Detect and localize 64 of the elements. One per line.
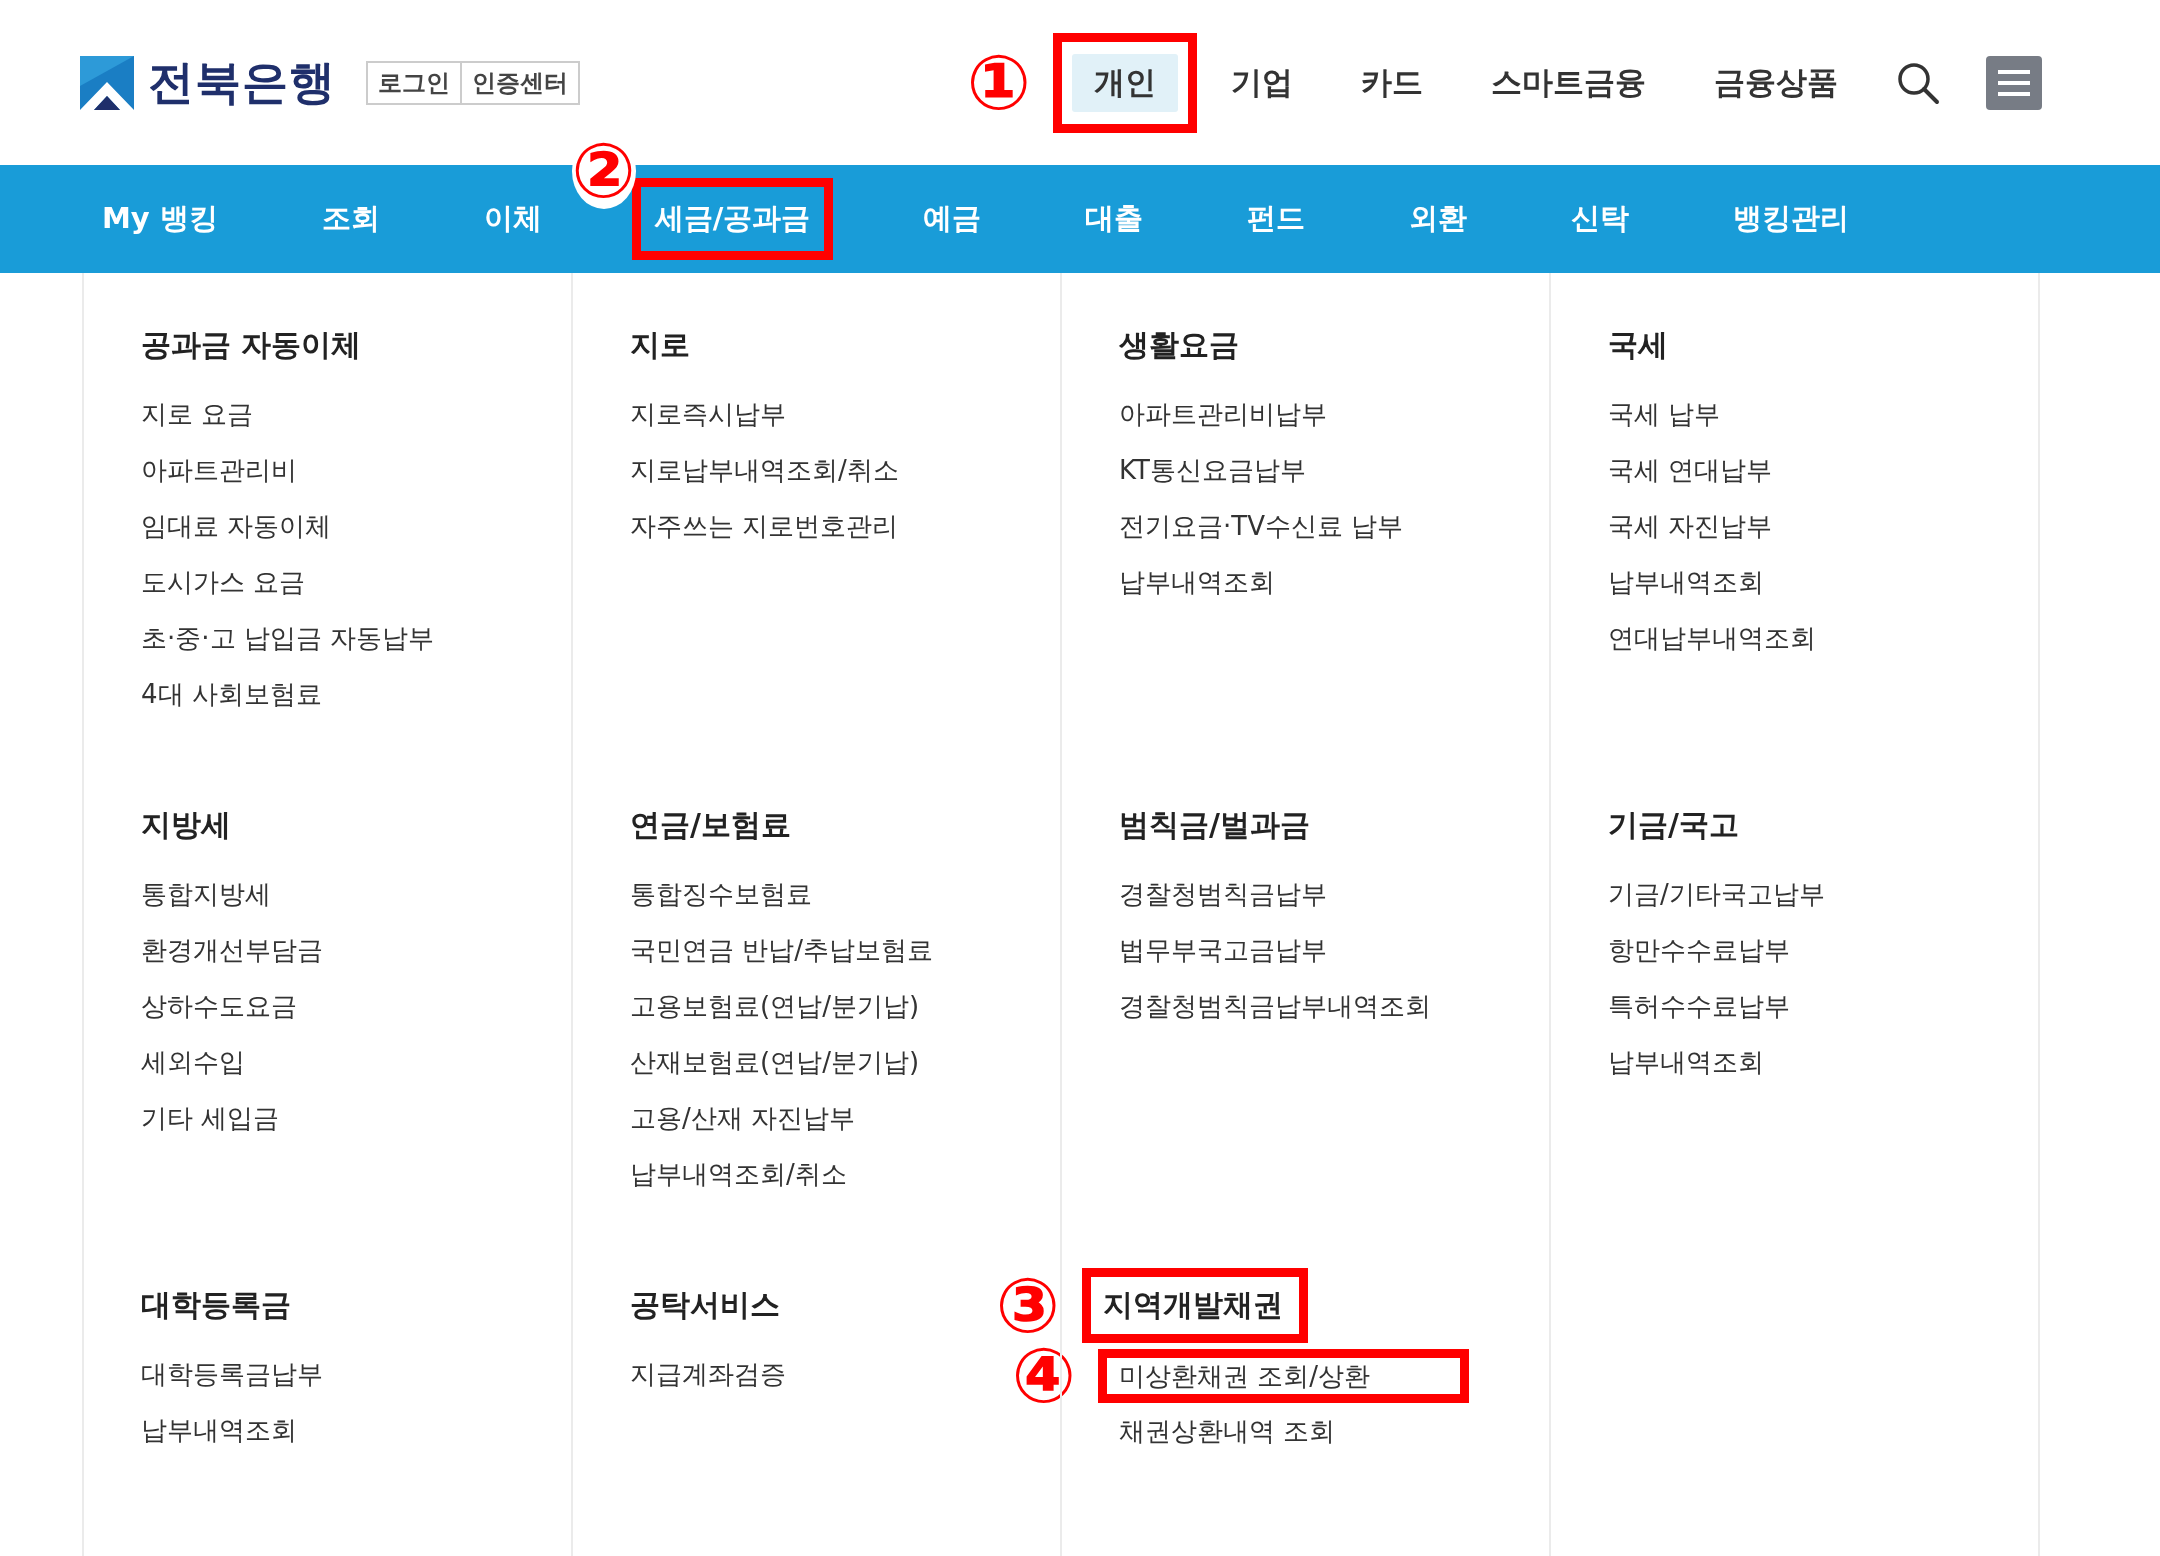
menu-link[interactable]: 항만수수료납부 — [1608, 932, 1790, 968]
menu-icon — [1996, 67, 2032, 98]
menu-group-title: 공과금 자동이체 — [141, 326, 362, 364]
menu-group-title: 연금/보험료 — [630, 806, 791, 844]
nav-tab[interactable]: 스마트금융 — [1469, 53, 1668, 112]
nav-tab[interactable]: 개인 — [1072, 53, 1178, 112]
menu-link[interactable]: 납부내역조회 — [1608, 564, 1764, 600]
menu-link[interactable]: 지로 요금 — [141, 396, 254, 432]
menu-link[interactable]: 채권상환내역 조회 — [1119, 1412, 1336, 1449]
nav-tab[interactable]: 기업 — [1209, 53, 1315, 112]
menu-link[interactable]: 국세 자진납부 — [1608, 508, 1773, 544]
search-icon[interactable] — [1896, 60, 1940, 105]
menu-link[interactable]: 대학등록금납부 — [141, 1356, 323, 1392]
menu-link[interactable]: 4대 사회보험료 — [141, 676, 322, 712]
menu-link[interactable]: 통합징수보험료 — [630, 876, 812, 912]
menu-group-title: 범칙금/벌과금 — [1119, 806, 1310, 844]
menu-link[interactable]: 특허수수료납부 — [1608, 988, 1790, 1024]
menu-link[interactable]: 국민연금 반납/추납보험료 — [630, 932, 934, 968]
menu-link[interactable]: 납부내역조회/취소 — [630, 1156, 847, 1192]
menu-link[interactable]: 세외수입 — [141, 1044, 245, 1080]
menu-group-title: 지로 — [630, 326, 690, 364]
menu-link[interactable]: 납부내역조회 — [1608, 1044, 1764, 1080]
menu-link[interactable]: 전기요금·TV수신료 납부 — [1119, 508, 1404, 544]
menu-link[interactable]: 지로납부내역조회/취소 — [630, 452, 899, 488]
header-link[interactable]: 인증센터 — [460, 62, 578, 103]
menu-link[interactable]: 경찰청범칙금납부내역조회 — [1119, 988, 1431, 1024]
menu-group-title: 지역개발채권 — [1103, 1286, 1283, 1324]
logo-icon — [80, 55, 134, 110]
menu-button[interactable] — [1986, 55, 2042, 110]
menu-link[interactable]: 기타 세입금 — [141, 1100, 280, 1136]
menu-group-title: 국세 — [1608, 326, 1668, 364]
nav-tab[interactable]: 카드 — [1339, 53, 1445, 112]
menu-link[interactable]: 도시가스 요금 — [141, 564, 306, 600]
menu-link[interactable]: 기금/기타국고납부 — [1608, 876, 1825, 912]
menu-link[interactable]: 상하수도요금 — [141, 988, 297, 1024]
menu-group-title: 지방세 — [141, 806, 231, 844]
menu-link[interactable]: 경찰청범칙금납부 — [1119, 876, 1327, 912]
menu-group-title: 기금/국고 — [1608, 806, 1739, 844]
menu-link[interactable]: 법무부국고금납부 — [1119, 932, 1327, 968]
menu-group-title: 공탁서비스 — [630, 1286, 780, 1324]
bank-logo[interactable]: 전북은행 — [148, 51, 336, 114]
menu-link[interactable]: KT통신요금납부 — [1119, 452, 1306, 488]
menu-link[interactable]: 국세 연대납부 — [1608, 452, 1773, 488]
menu-link[interactable]: 통합지방세 — [141, 876, 271, 912]
menu-link[interactable]: 미상환채권 조회/상환 — [1119, 1357, 1371, 1394]
menu-link[interactable]: 아파트관리비납부 — [1119, 396, 1327, 432]
menu-link[interactable]: 납부내역조회 — [141, 1412, 297, 1448]
menu-link[interactable]: 지로즉시납부 — [630, 396, 786, 432]
menu-link[interactable]: 연대납부내역조회 — [1608, 620, 1816, 656]
menu-link[interactable]: 초·중·고 납입금 자동납부 — [141, 620, 435, 656]
menu-link[interactable]: 국세 납부 — [1608, 396, 1721, 432]
menu-link[interactable]: 고용/산재 자진납부 — [630, 1100, 856, 1136]
header-link[interactable]: 로그인 — [368, 62, 460, 103]
menu-link[interactable]: 환경개선부담금 — [141, 932, 323, 968]
menu-link[interactable]: 고용보험료(연납/분기납) — [630, 988, 920, 1024]
menu-link[interactable]: 아파트관리비 — [141, 452, 297, 488]
menu-group-title: 대학등록금 — [141, 1286, 291, 1324]
menu-link[interactable]: 임대료 자동이체 — [141, 508, 332, 544]
nav-tab[interactable]: 금융상품 — [1692, 53, 1860, 112]
menu-link[interactable]: 자주쓰는 지로번호관리 — [630, 508, 899, 544]
menu-link[interactable]: 납부내역조회 — [1119, 564, 1275, 600]
menu-link[interactable]: 지급계좌검증 — [630, 1356, 786, 1392]
menu-group-title: 생활요금 — [1119, 326, 1239, 364]
menu-link[interactable]: 산재보험료(연납/분기납) — [630, 1044, 920, 1080]
